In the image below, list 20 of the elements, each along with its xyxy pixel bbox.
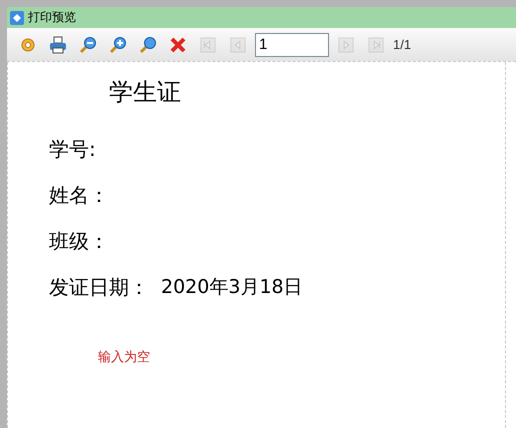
page-count: 1/1: [393, 37, 412, 52]
magnifier-icon: [139, 36, 157, 54]
field-label: 班级：: [49, 228, 109, 254]
window-title: 打印预览: [28, 9, 76, 26]
previous-icon: [230, 36, 246, 52]
first-page-icon: [200, 36, 216, 52]
next-icon: [338, 36, 354, 52]
app-icon: [10, 10, 24, 24]
field-label: 姓名：: [49, 182, 109, 208]
field-label: 学号:: [49, 136, 96, 162]
close-icon: [169, 36, 187, 54]
zoom-in-icon: [109, 36, 127, 54]
page-number-field[interactable]: 1: [255, 32, 329, 56]
zoom-out-icon: [79, 36, 97, 54]
field-value: 2020年3月18日: [161, 275, 303, 300]
field-label: 发证日期：: [49, 274, 149, 300]
document-title: 学生证: [109, 77, 182, 108]
last-page-icon: [368, 36, 384, 52]
error-message: 输入为空: [98, 349, 151, 366]
printer-icon: [49, 36, 67, 54]
